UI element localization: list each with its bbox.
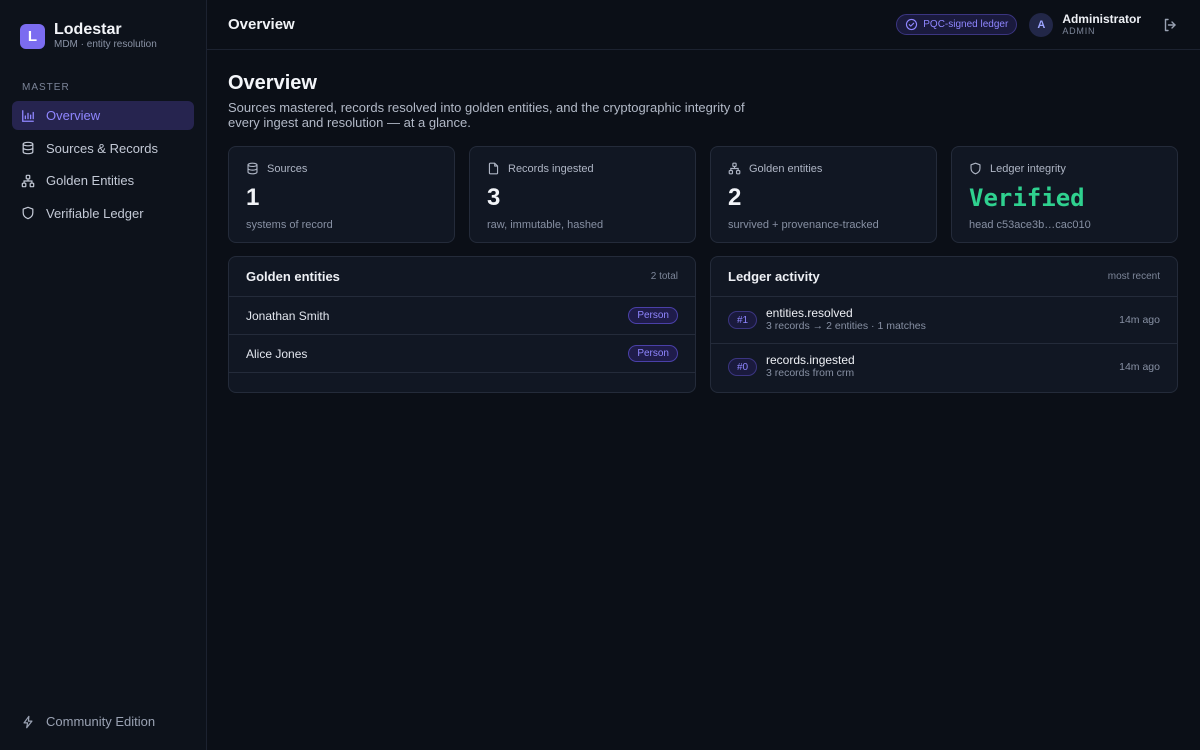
- event-time: 14m ago: [1119, 361, 1160, 373]
- nav-section-label: MASTER: [22, 82, 70, 93]
- main-area: Overview PQC-signed ledger A Administrat…: [207, 0, 1200, 750]
- sidebar-item-verifiable-ledger[interactable]: Verifiable Ledger: [12, 199, 194, 228]
- stat-value: 2: [728, 184, 742, 211]
- event-detail: 3 records from crm: [766, 367, 855, 379]
- sidebar-item-label: Overview: [46, 108, 101, 123]
- stat-card-sources: Sources 1 systems of record: [228, 146, 455, 243]
- stat-subtext: survived + provenance-tracked: [728, 219, 879, 231]
- user-info: Administrator ADMIN: [1062, 11, 1141, 37]
- overview-content: Overview Sources mastered, records resol…: [207, 50, 1200, 393]
- stat-label: Ledger integrity: [990, 163, 1066, 175]
- shield-icon: [20, 205, 36, 221]
- brand-logo: L: [20, 23, 45, 49]
- event-detail: 3 records → 2 entities · 1 matches: [766, 320, 926, 332]
- golden-entities-panel: Golden entities 2 total Jonathan Smith P…: [228, 256, 696, 393]
- panels-row: Golden entities 2 total Jonathan Smith P…: [228, 256, 1179, 393]
- brand-subtitle: MDM · entity resolution: [54, 39, 157, 50]
- user-role: ADMIN: [1062, 25, 1096, 36]
- panel-footer-spacer: [229, 373, 695, 392]
- entity-type-badge: Person: [628, 307, 678, 324]
- lightning-icon: [20, 715, 36, 729]
- sidebar-item-label: Golden Entities: [46, 173, 135, 188]
- stat-value: 1: [246, 184, 260, 211]
- sidebar-nav: Overview Sources & Records Golden Entiti…: [0, 101, 206, 228]
- logout-icon[interactable]: [1162, 17, 1178, 33]
- panel-count: 2 total: [650, 271, 678, 282]
- sidebar-item-label: Sources & Records: [46, 140, 158, 156]
- panel-meta: most recent: [1107, 271, 1160, 282]
- panel-title: Golden entities: [246, 269, 340, 284]
- entity-name: Jonathan Smith: [246, 308, 330, 323]
- edition-label: Community Edition: [20, 714, 155, 729]
- entity-type-badge: Person: [628, 345, 678, 362]
- pqc-ledger-badge[interactable]: PQC-signed ledger: [896, 14, 1018, 35]
- list-item[interactable]: #1 entities.resolved 3 records → 2 entit…: [711, 297, 1177, 344]
- sidebar-item-sources-records[interactable]: Sources & Records: [12, 134, 194, 163]
- page-description: Sources mastered, records resolved into …: [228, 100, 745, 130]
- check-circle-icon: [906, 18, 918, 31]
- stats-row: Sources 1 systems of record Records inge…: [228, 146, 1179, 243]
- stat-card-records: Records ingested 3 raw, immutable, hashe…: [469, 146, 696, 243]
- topbar-title: Overview: [228, 16, 295, 33]
- avatar[interactable]: A: [1029, 12, 1054, 37]
- entity-name: Alice Jones: [246, 346, 308, 361]
- edition-text: Community Edition: [46, 714, 156, 729]
- ledger-activity-panel: Ledger activity most recent #1 entities.…: [710, 256, 1178, 393]
- hierarchy-icon: [728, 162, 742, 176]
- stat-value: 3: [487, 184, 501, 211]
- sidebar-item-label: Verifiable Ledger: [46, 205, 144, 221]
- stat-card-golden-entities: Golden entities 2 survived + provenance-…: [710, 146, 937, 243]
- file-icon: [487, 162, 501, 176]
- stat-card-ledger-integrity: Ledger integrity Verified head c53ace3b……: [951, 146, 1178, 243]
- pqc-badge-label: PQC-signed ledger: [923, 19, 1009, 30]
- shield-icon: [969, 162, 983, 176]
- page-title: Overview: [228, 72, 317, 94]
- event-time: 14m ago: [1119, 314, 1160, 326]
- bar-chart-icon: [20, 108, 36, 124]
- stat-subtext: raw, immutable, hashed: [487, 219, 604, 231]
- stat-label: Sources: [267, 163, 308, 175]
- stat-label: Golden entities: [749, 163, 823, 175]
- list-item[interactable]: #0 records.ingested 3 records from crm 1…: [711, 344, 1177, 390]
- stat-label: Records ingested: [508, 163, 594, 175]
- sequence-badge: #0: [728, 358, 757, 376]
- topbar: Overview PQC-signed ledger A Administrat…: [207, 0, 1200, 50]
- brand-name: Lodestar: [54, 21, 122, 38]
- table-row[interactable]: Alice Jones Person: [229, 335, 695, 373]
- database-icon: [246, 162, 260, 176]
- sidebar: L Lodestar MDM · entity resolution MASTE…: [0, 0, 207, 750]
- panel-title: Ledger activity: [728, 269, 820, 284]
- table-row[interactable]: Jonathan Smith Person: [229, 297, 695, 335]
- brand: L Lodestar MDM · entity resolution: [0, 0, 206, 50]
- event-name: entities.resolved: [766, 306, 853, 320]
- sequence-badge: #1: [728, 311, 757, 329]
- hierarchy-icon: [20, 173, 36, 189]
- user-name: Administrator: [1062, 11, 1141, 26]
- stat-subtext: systems of record: [246, 219, 333, 231]
- database-icon: [20, 140, 36, 156]
- ledger-head-hash: head c53ace3b…cac010: [969, 219, 1091, 231]
- event-name: records.ingested: [766, 353, 855, 367]
- sidebar-item-golden-entities[interactable]: Golden Entities: [12, 166, 194, 195]
- ledger-status-value: Verified: [969, 184, 1085, 212]
- sidebar-item-overview[interactable]: Overview: [12, 101, 194, 130]
